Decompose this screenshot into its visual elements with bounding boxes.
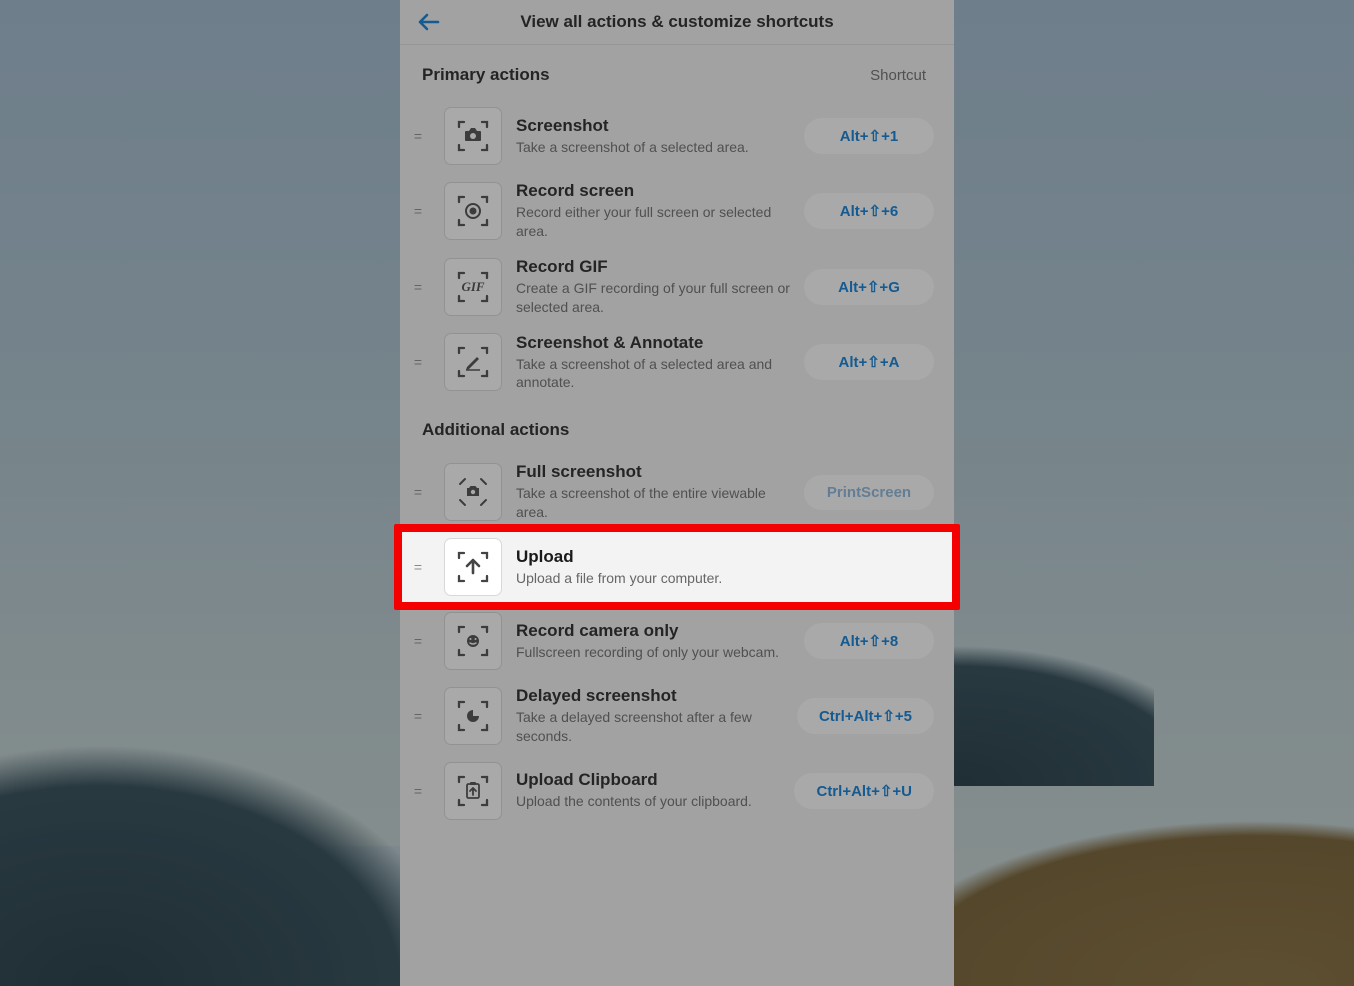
action-title: Full screenshot [516, 462, 790, 482]
action-description: Take a screenshot of a selected area. [516, 138, 790, 157]
full-screenshot-icon [444, 463, 502, 521]
drag-handle-icon[interactable]: = [406, 708, 430, 724]
action-row-record-gif[interactable]: = GIF Record GIF Create a GIF recording … [400, 249, 954, 325]
action-description: Record either your full screen or select… [516, 203, 790, 241]
shortcut-column-label: Shortcut [870, 67, 926, 84]
primary-actions-heading: Primary actions [422, 65, 550, 85]
drag-handle-icon[interactable]: = [406, 279, 430, 295]
shortcut-badge[interactable]: Ctrl+Alt+⇧+U [794, 773, 934, 809]
drag-handle-icon[interactable]: = [406, 559, 430, 575]
action-row-record-camera[interactable]: = Record camera only Fullscreen recordin… [400, 604, 954, 678]
svg-text:GIF: GIF [461, 279, 484, 294]
shortcut-badge[interactable]: Alt+⇧+8 [804, 623, 934, 659]
drag-handle-icon[interactable]: = [406, 783, 430, 799]
shortcut-badge[interactable]: Ctrl+Alt+⇧+5 [797, 698, 934, 734]
action-row-full-screenshot[interactable]: = Full screenshot Take a screenshot of t… [400, 454, 954, 530]
action-row-upload-clipboard[interactable]: = Upload Clipboard Upload the contents o… [400, 754, 954, 828]
drag-handle-icon[interactable]: = [406, 484, 430, 500]
upload-clipboard-icon [444, 762, 502, 820]
action-description: Take a delayed screenshot after a few se… [516, 708, 783, 746]
panel-title: View all actions & customize shortcuts [416, 12, 938, 32]
arrow-left-icon [418, 13, 440, 31]
annotate-icon [444, 333, 502, 391]
action-description: Take a screenshot of the entire viewable… [516, 484, 790, 522]
additional-actions-heading: Additional actions [422, 420, 569, 440]
action-title: Upload Clipboard [516, 770, 780, 790]
action-title: Record camera only [516, 621, 790, 641]
action-title: Screenshot & Annotate [516, 333, 790, 353]
delayed-screenshot-icon [444, 687, 502, 745]
highlighted-action-upload: = Upload Upload a file from your compute… [400, 530, 954, 604]
action-description: Fullscreen recording of only your webcam… [516, 643, 790, 662]
shortcut-badge[interactable]: Alt+⇧+1 [804, 118, 934, 154]
upload-icon [444, 538, 502, 596]
action-description: Create a GIF recording of your full scre… [516, 279, 790, 317]
action-description: Take a screenshot of a selected area and… [516, 355, 790, 393]
shortcut-badge[interactable]: Alt+⇧+G [804, 269, 934, 305]
drag-handle-icon[interactable]: = [406, 354, 430, 370]
shortcut-badge[interactable]: PrintScreen [804, 475, 934, 510]
record-gif-icon: GIF [444, 258, 502, 316]
action-title: Delayed screenshot [516, 686, 783, 706]
action-title: Screenshot [516, 116, 790, 136]
action-row-upload[interactable]: = Upload Upload a file from your compute… [400, 530, 954, 604]
screenshot-icon [444, 107, 502, 165]
action-title: Record screen [516, 181, 790, 201]
shortcut-badge[interactable]: Alt+⇧+6 [804, 193, 934, 229]
back-button[interactable] [418, 13, 440, 31]
action-row-delayed-screenshot[interactable]: = Delayed screenshot Take a delayed scre… [400, 678, 954, 754]
actions-settings-panel: View all actions & customize shortcuts P… [400, 0, 954, 986]
camera-only-icon [444, 612, 502, 670]
action-row-record-screen[interactable]: = Record screen Record either your full … [400, 173, 954, 249]
shortcut-badge[interactable]: Alt+⇧+A [804, 344, 934, 380]
action-description: Upload a file from your computer. [516, 569, 934, 588]
action-title: Record GIF [516, 257, 790, 277]
record-screen-icon [444, 182, 502, 240]
action-row-screenshot-annotate[interactable]: = Screenshot & Annotate Take a screensho… [400, 325, 954, 401]
action-description: Upload the contents of your clipboard. [516, 792, 780, 811]
action-row-screenshot[interactable]: = Screenshot Take a screenshot of a sele… [400, 99, 954, 173]
action-title: Upload [516, 547, 934, 567]
drag-handle-icon[interactable]: = [406, 203, 430, 219]
drag-handle-icon[interactable]: = [406, 128, 430, 144]
drag-handle-icon[interactable]: = [406, 633, 430, 649]
